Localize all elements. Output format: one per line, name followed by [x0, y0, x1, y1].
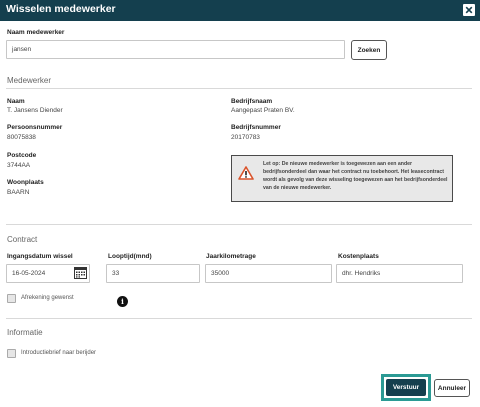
city-label: Woonplaats	[7, 179, 44, 186]
dialog-title: Wisselen medewerker	[6, 3, 116, 15]
personnel-value: 80075838	[7, 134, 36, 141]
city-value: BAARN	[7, 189, 30, 196]
postcode-value: 3744AA	[7, 162, 31, 169]
km-input[interactable]: 35000	[205, 264, 332, 283]
km-label: Jaarkilometrage	[206, 253, 256, 260]
name-value: T. Jansens Diender	[7, 107, 63, 114]
submit-button[interactable]: Verstuur	[386, 379, 426, 396]
warning-text: Let op: De nieuwe medewerker is toegewez…	[263, 161, 448, 191]
intro-letter-checkbox[interactable]	[7, 349, 16, 358]
settlement-checkbox[interactable]	[7, 294, 16, 303]
cancel-button-label: Annuleer	[437, 384, 467, 392]
search-input-value: jansen	[12, 46, 32, 53]
company-label: Bedrijfsnaam	[231, 98, 273, 105]
search-label: Naam medewerker	[7, 29, 65, 36]
company-number-value: 20170783	[231, 134, 260, 141]
term-input-value: 33	[112, 270, 120, 277]
km-input-value: 35000	[211, 270, 230, 277]
close-icon	[465, 6, 473, 14]
submit-focus-ring: Verstuur	[381, 374, 431, 401]
personnel-label: Persoonsnummer	[7, 124, 63, 131]
divider	[6, 224, 472, 225]
cancel-button[interactable]: Annuleer	[434, 379, 470, 397]
divider	[6, 318, 472, 319]
search-input[interactable]: jansen	[6, 40, 345, 59]
cost-center-input-value: dhr. Hendriks	[342, 270, 381, 277]
search-button-label: Zoeken	[357, 46, 381, 54]
company-value: Aangepast Praten BV.	[231, 107, 295, 114]
term-input[interactable]: 33	[106, 264, 200, 283]
warning-icon	[238, 166, 254, 180]
date-label: Ingangsdatum wissel	[7, 253, 73, 260]
company-number-label: Bedrijfsnummer	[231, 124, 281, 131]
date-input-value: 16-05-2024	[12, 270, 46, 277]
postcode-label: Postcode	[7, 152, 37, 159]
section-information: Informatie	[7, 328, 43, 337]
intro-letter-label: Introductiebrief naar berijder	[21, 350, 97, 356]
cost-center-label: Kostenplaats	[338, 253, 379, 260]
info-icon[interactable]: i	[117, 296, 128, 307]
term-label: Looptijd(mnd)	[108, 253, 152, 260]
section-employee: Medewerker	[7, 76, 52, 85]
section-contract: Contract	[7, 235, 38, 244]
dialog-titlebar: Wisselen medewerker	[0, 0, 480, 21]
divider	[6, 88, 472, 89]
search-button[interactable]: Zoeken	[351, 40, 387, 60]
calendar-icon[interactable]	[74, 266, 87, 279]
warning-box: Let op: De nieuwe medewerker is toegewez…	[231, 155, 453, 202]
name-label: Naam	[7, 98, 25, 105]
cost-center-input[interactable]: dhr. Hendriks	[336, 264, 463, 283]
close-button[interactable]	[463, 4, 475, 16]
submit-button-label: Verstuur	[392, 384, 420, 391]
settlement-label: Afrekening gewenst	[21, 295, 74, 301]
